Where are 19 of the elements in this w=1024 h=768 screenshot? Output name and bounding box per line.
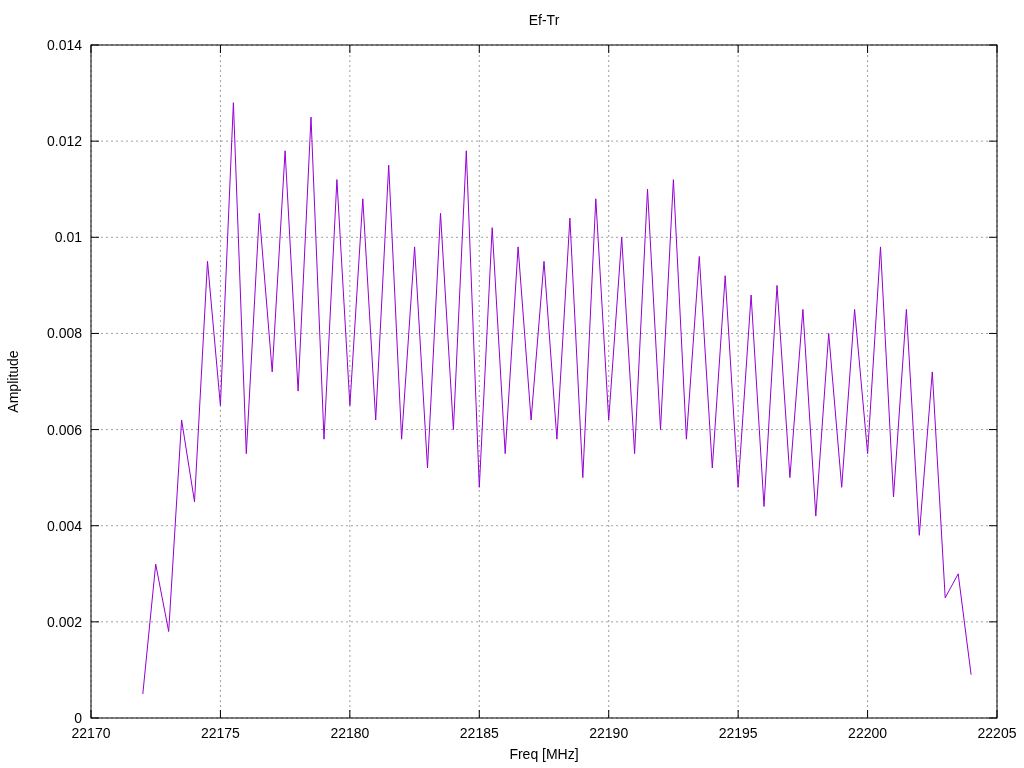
tick-label: 0.002	[46, 613, 82, 630]
y-axis-label: Amplitude	[5, 350, 21, 413]
tick-label: 0.014	[46, 37, 82, 53]
chart-title: Ef-Tr	[528, 12, 560, 28]
tick-label: 0.012	[46, 133, 82, 150]
tick-label: 22180	[330, 725, 370, 741]
tick-label: 22190	[589, 725, 629, 741]
x-axis-label: Freq [MHz]	[509, 746, 579, 762]
tick-label: 22175	[200, 725, 240, 741]
tick-label: 22185	[459, 725, 499, 741]
tick-label: 0.006	[46, 421, 82, 438]
tick-label: 0.01	[54, 229, 82, 246]
tick-label: 22200	[848, 725, 888, 741]
tick-label: 0	[74, 710, 82, 726]
tick-label: 0.008	[46, 325, 82, 342]
tick-label: 0.004	[46, 517, 82, 534]
tick-label: 22170	[71, 725, 111, 741]
tick-label: 22195	[718, 725, 758, 741]
tick-label: 22205	[977, 725, 1017, 741]
